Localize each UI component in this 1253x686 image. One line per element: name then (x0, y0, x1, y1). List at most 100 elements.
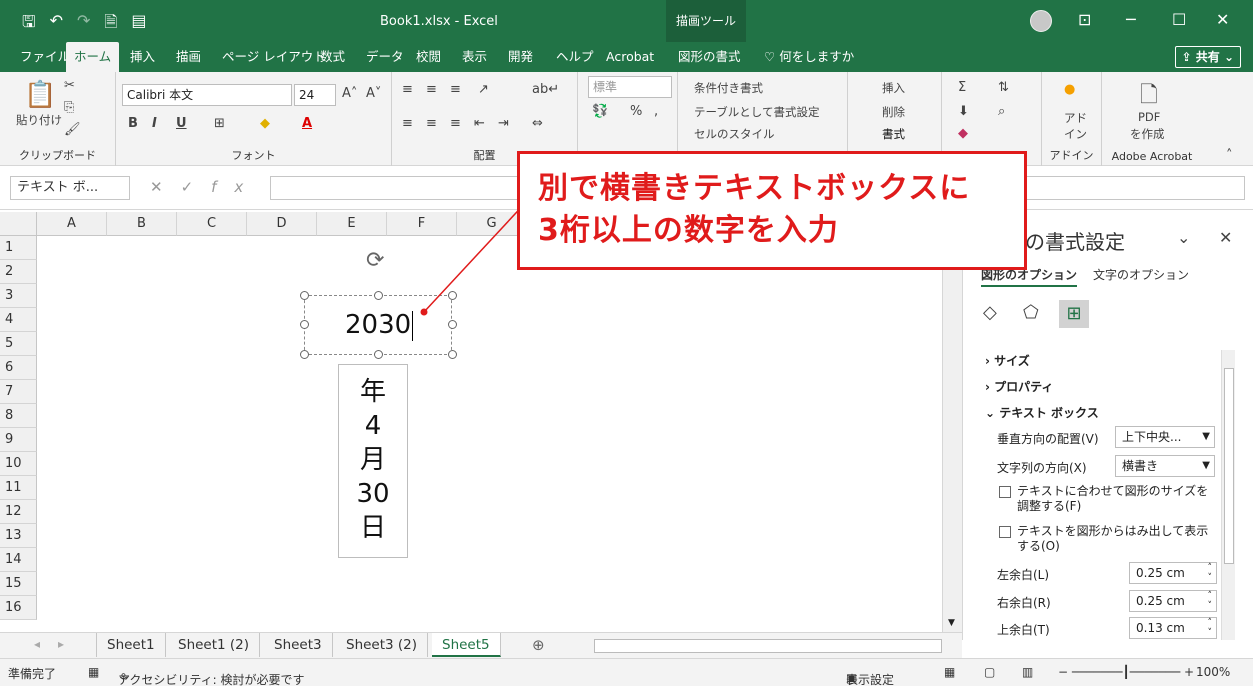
prev-sheet-icon[interactable]: ◂ (34, 637, 40, 651)
redo-icon[interactable]: ↷ (77, 11, 90, 38)
increase-indent-icon[interactable]: ⇥ (498, 116, 509, 131)
top-margin-spinner[interactable]: 0.13 cm ˄ ˅ (1129, 617, 1217, 639)
tab-home[interactable]: ホーム (66, 42, 120, 72)
tab-draw[interactable]: 描画 (168, 42, 209, 72)
pane-options-icon[interactable]: ⌄ (1177, 228, 1190, 247)
page-break-view-icon[interactable]: ▥ (1022, 665, 1033, 679)
effects-icon[interactable]: ⬠ (1023, 302, 1039, 323)
zoom-level[interactable]: 100% (1196, 665, 1230, 679)
align-left-icon[interactable]: ≡ (402, 116, 413, 131)
resize-handle[interactable] (448, 350, 457, 359)
format-painter-icon[interactable]: 🖌 (64, 122, 81, 137)
paste-label[interactable]: 貼り付け (16, 112, 62, 128)
collapse-ribbon-icon[interactable]: ˄ (1226, 148, 1233, 163)
comma-icon[interactable]: , (654, 104, 658, 119)
row-header[interactable]: 1 (0, 236, 37, 260)
spinner-icon[interactable]: ˄ ˅ (1208, 591, 1213, 611)
orientation-icon[interactable]: ↗ (478, 82, 489, 97)
fill-line-icon[interactable]: ◇ (983, 302, 997, 323)
font-color-icon[interactable]: A (302, 116, 312, 131)
row-header[interactable]: 10 (0, 452, 37, 476)
tab-insert[interactable]: 挿入 (122, 42, 163, 72)
resize-handle[interactable] (300, 350, 309, 359)
text-direction-select[interactable]: 横書き ▼ (1115, 455, 1215, 477)
section-size[interactable]: › サイズ (985, 352, 1030, 369)
addin-line1[interactable]: アド (1064, 110, 1087, 126)
pane-close-icon[interactable]: ✕ (1219, 228, 1232, 247)
sheet-tab[interactable]: Sheet3 (264, 633, 333, 657)
tab-acrobat[interactable]: Acrobat (598, 42, 662, 72)
row-header[interactable]: 14 (0, 548, 37, 572)
form-icon[interactable]: ▤ (131, 11, 146, 38)
resize-handle[interactable] (374, 291, 383, 300)
clear-icon[interactable]: ◆ (958, 126, 968, 141)
horizontal-textbox[interactable]: 2030 (304, 295, 452, 355)
align-middle-icon[interactable]: ≡ (426, 82, 437, 97)
tab-data[interactable]: データ (358, 42, 412, 72)
align-bottom-icon[interactable]: ≡ (450, 82, 461, 97)
section-textbox[interactable]: ⌄ テキスト ボックス (985, 404, 1099, 421)
column-header[interactable]: B (107, 212, 177, 236)
border-icon[interactable]: ⊞ (214, 116, 225, 131)
row-header[interactable]: 11 (0, 476, 37, 500)
pane-scrollbar[interactable] (1221, 350, 1235, 640)
conditional-format-button[interactable]: 条件付き書式 (694, 80, 763, 96)
tab-formulas[interactable]: 数式 (312, 42, 353, 72)
resize-handle[interactable] (300, 291, 309, 300)
addin-icon[interactable]: ● (1064, 82, 1075, 97)
add-sheet-icon[interactable]: ⊕ (532, 636, 545, 654)
bold-icon[interactable]: B (128, 116, 138, 131)
next-sheet-icon[interactable]: ▸ (58, 637, 64, 651)
save-icon[interactable]: 🖫 (22, 11, 36, 38)
normal-view-icon[interactable]: ▦ (944, 665, 955, 679)
paste-icon[interactable]: 📋 (24, 80, 56, 110)
tab-developer[interactable]: 開発 (500, 42, 541, 72)
row-header[interactable]: 3 (0, 284, 37, 308)
vertical-scrollbar[interactable]: ▼ (942, 212, 962, 632)
column-header[interactable]: E (317, 212, 387, 236)
worksheet-grid[interactable]: A B C D E F G 1 2 3 4 5 6 7 8 9 10 11 12… (0, 212, 942, 632)
tell-me[interactable]: ♡ 何をしますか (756, 42, 862, 72)
row-header[interactable]: 16 (0, 596, 37, 620)
undo-icon[interactable]: ↶ (50, 11, 63, 38)
sheet-tab[interactable]: Sheet3 (2) (336, 633, 429, 657)
vertical-align-select[interactable]: 上下中央... ▼ (1115, 426, 1215, 448)
sheet-tab[interactable]: Sheet1 (2) (168, 633, 261, 657)
left-margin-spinner[interactable]: 0.25 cm ˄ ˅ (1129, 562, 1217, 584)
resize-handle[interactable] (448, 291, 457, 300)
name-box[interactable]: テキスト ボ... (10, 176, 130, 200)
minimize-icon[interactable]: ─ (1126, 10, 1136, 29)
row-header[interactable]: 6 (0, 356, 37, 380)
row-header[interactable]: 8 (0, 404, 37, 428)
column-header[interactable]: C (177, 212, 247, 236)
format-cells-button[interactable]: 書式 (882, 126, 905, 142)
maximize-icon[interactable]: ☐ (1172, 10, 1186, 29)
row-header[interactable]: 7 (0, 380, 37, 404)
page-layout-view-icon[interactable]: ▢ (984, 665, 995, 679)
spinner-icon[interactable]: ˄ ˅ (1208, 618, 1213, 638)
decrease-indent-icon[interactable]: ⇤ (474, 116, 485, 131)
row-header[interactable]: 13 (0, 524, 37, 548)
format-as-table-button[interactable]: テーブルとして書式設定 (694, 104, 819, 120)
addin-line2[interactable]: イン (1064, 126, 1087, 142)
row-header[interactable]: 5 (0, 332, 37, 356)
percent-icon[interactable]: % (630, 104, 642, 119)
rotate-handle-icon[interactable]: ⟳ (366, 248, 384, 273)
overflow-checkbox[interactable]: テキストを図形からはみ出して表示する(O) (999, 524, 1213, 554)
cancel-icon[interactable]: ✕ (150, 178, 181, 196)
column-header[interactable]: F (387, 212, 457, 236)
currency-icon[interactable]: 💱 (592, 104, 608, 119)
merge-center-icon[interactable]: ⇔ (532, 116, 543, 131)
number-format-select[interactable]: 標準 (588, 76, 672, 98)
font-name-select[interactable]: Calibri 本文 (122, 84, 292, 106)
copy-icon[interactable]: ⎘ (64, 100, 74, 115)
align-top-icon[interactable]: ≡ (402, 82, 413, 97)
italic-icon[interactable]: I (152, 116, 157, 131)
section-properties[interactable]: › プロパティ (985, 378, 1053, 395)
row-header[interactable]: 4 (0, 308, 37, 332)
fill-icon[interactable]: ⬇ (958, 104, 969, 119)
insert-cells-button[interactable]: 挿入 (882, 80, 905, 96)
tab-review[interactable]: 校閲 (408, 42, 449, 72)
zoom-slider[interactable]: − ───────┃─────── + (1058, 665, 1194, 679)
select-all-corner[interactable] (0, 212, 37, 236)
